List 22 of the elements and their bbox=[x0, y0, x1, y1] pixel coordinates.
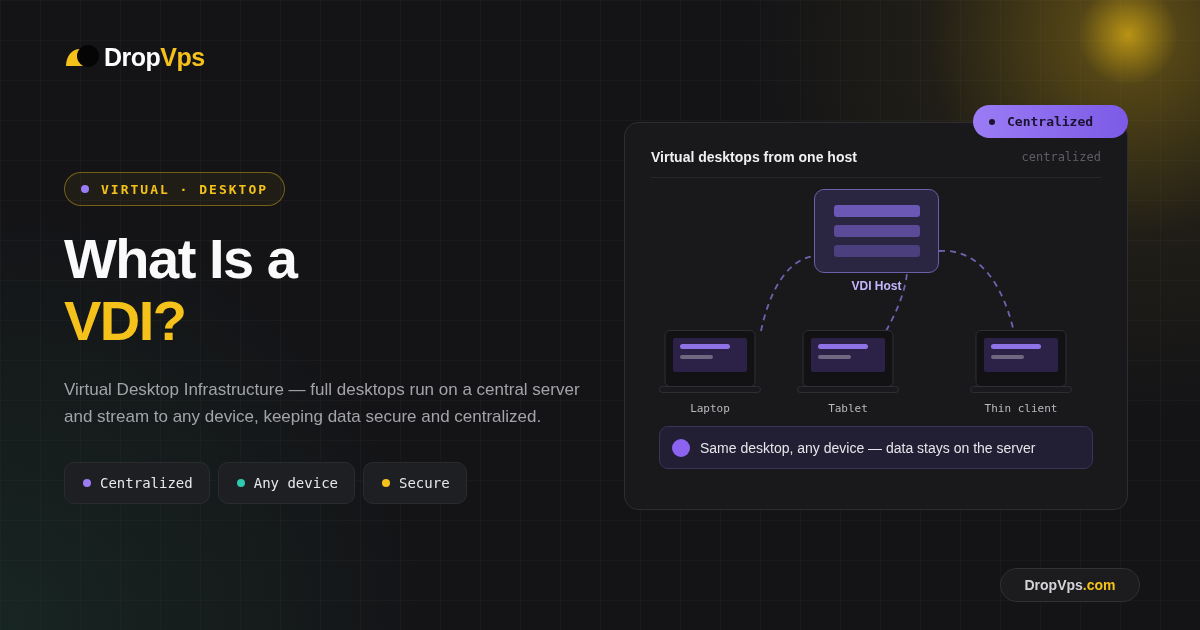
logo-icon bbox=[64, 44, 100, 70]
card-caption: centralized bbox=[1021, 150, 1101, 164]
category-tag: VIRTUAL · DESKTOP bbox=[64, 172, 286, 206]
card-title: Virtual desktops from one host bbox=[651, 149, 857, 165]
headline: VDI? bbox=[64, 290, 187, 352]
feature-chip: Any device bbox=[217, 462, 355, 504]
feature-chip: Secure bbox=[363, 462, 467, 504]
laptop-icon bbox=[659, 330, 761, 393]
node-label: VDI Host bbox=[850, 279, 903, 293]
laptop-icon bbox=[797, 330, 899, 393]
device-label: Laptop bbox=[689, 402, 731, 415]
banner-text: Same desktop, any device — data stays on the server bbox=[700, 439, 1036, 456]
site-link[interactable]: DropVps.com bbox=[1000, 568, 1140, 602]
feature-chip: Centralized bbox=[64, 462, 210, 504]
device-label: Tablet bbox=[827, 402, 869, 415]
circle-icon bbox=[672, 438, 690, 457]
status-badge: Centralized bbox=[973, 105, 1128, 138]
description: Virtual Desktop Infrastructure — full desktops run on a central server and stream to any device, keeping data secure and centralized. bbox=[64, 379, 581, 428]
laptop-icon bbox=[970, 330, 1072, 393]
headline: What Is a bbox=[64, 228, 299, 290]
brand-name: DropVps bbox=[104, 42, 205, 72]
device-label: Thin client bbox=[983, 402, 1059, 415]
